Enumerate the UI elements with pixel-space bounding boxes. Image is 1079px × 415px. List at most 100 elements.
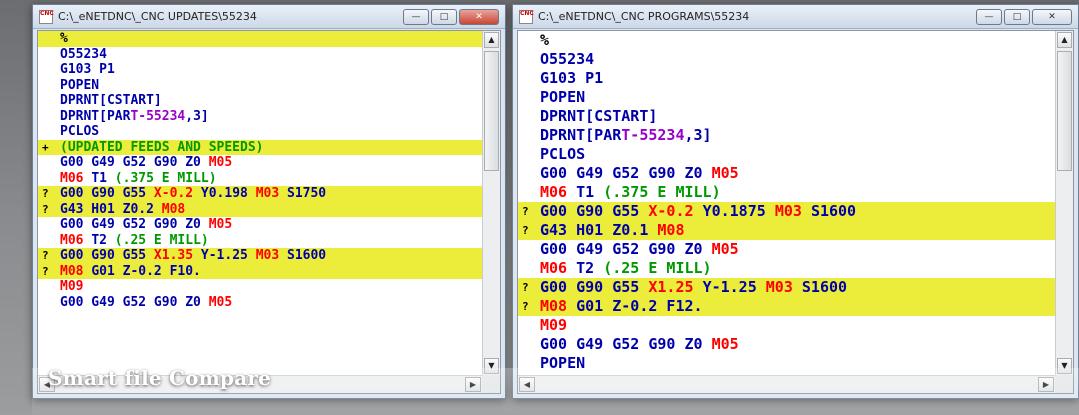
- scroll-up-icon[interactable]: ▲: [1057, 32, 1072, 48]
- code-line[interactable]: ? G00 G90 G55 X1.35 Y-1.25 M03 S1600: [38, 248, 482, 264]
- code-line[interactable]: PCLOS: [38, 124, 482, 140]
- app-icon: CNC: [39, 9, 54, 24]
- code-line[interactable]: G00 G49 G52 G90 Z0 M05: [38, 295, 482, 311]
- code-line[interactable]: DPRNT[PART-55234,3]: [518, 126, 1055, 145]
- code-token: M05: [711, 240, 739, 258]
- code-line[interactable]: G00 G49 G52 G90 Z0 M05: [518, 164, 1055, 183]
- code-line[interactable]: G00 G49 G52 G90 Z0 M05: [518, 240, 1055, 259]
- close-button[interactable]: ✕: [1032, 8, 1072, 25]
- code-token: G00 G49 G52 G90 Z0: [540, 164, 712, 182]
- code-line[interactable]: G00 G49 G52 G90 Z0 M05: [518, 335, 1055, 354]
- code-token: M05: [208, 294, 233, 310]
- code-token: (.375 E MILL): [603, 183, 721, 201]
- close-button[interactable]: ✕: [459, 8, 499, 25]
- code-token: G00 G49 G52 G90 Z0: [60, 155, 209, 170]
- right-editor-window[interactable]: CNC C:\_eNETDNC\_CNC PROGRAMS\55234 — □ …: [512, 4, 1079, 399]
- code-token: G00 G49 G52 G90 Z0: [60, 294, 209, 310]
- code-line[interactable]: M06 T1 (.375 E MILL): [38, 171, 482, 187]
- code-token: M03: [255, 248, 287, 263]
- code-line[interactable]: G103 P1: [38, 62, 482, 78]
- code-token: S1600: [801, 278, 848, 296]
- code-token: ,3]: [185, 108, 209, 124]
- code-token: S1750: [287, 186, 327, 201]
- code-token: T1: [576, 183, 604, 201]
- caption: Smart file Compare: [48, 366, 272, 390]
- code-token: M06: [60, 232, 92, 248]
- code-token: T-55234: [130, 108, 186, 124]
- title-bar[interactable]: CNC C:\_eNETDNC\_CNC PROGRAMS\55234 — □ …: [513, 5, 1078, 29]
- vertical-scrollbar[interactable]: ▲ ▼: [482, 31, 500, 375]
- diff-marker: ?: [42, 264, 49, 278]
- code-line[interactable]: M06 T2 (.25 E MILL): [38, 233, 482, 249]
- code-token: G43 H01 Z0.2: [60, 201, 162, 217]
- diff-marker: ?: [522, 281, 529, 294]
- code-line[interactable]: O55234: [518, 50, 1055, 69]
- diff-marker: ?: [42, 249, 49, 262]
- code-line[interactable]: ? G43 H01 Z0.2 M08: [38, 201, 482, 217]
- code-line[interactable]: %: [38, 31, 482, 47]
- code-line[interactable]: POPEN: [38, 78, 482, 94]
- code-line[interactable]: %: [518, 31, 1055, 50]
- scroll-up-icon[interactable]: ▲: [484, 32, 499, 48]
- code-token: M06: [540, 259, 577, 277]
- code-line[interactable]: DPRNT[CSTART]: [518, 107, 1055, 126]
- code-editor[interactable]: % O55234 G103 P1 POPEN DPRNT[CSTART] DPRNT[PA…: [518, 31, 1055, 375]
- code-token: DPRNT[PAR: [540, 126, 622, 144]
- code-token: M06: [60, 170, 92, 186]
- code-token: X1.25: [648, 278, 703, 296]
- code-line[interactable]: POPEN: [518, 88, 1055, 107]
- scroll-thumb[interactable]: [1057, 51, 1072, 171]
- code-line[interactable]: ? G00 G90 G55 X-0.2 Y0.1875 M03 S1600: [518, 202, 1055, 221]
- code-line[interactable]: G00 G49 G52 G90 Z0 M05: [38, 217, 482, 233]
- code-token: G103 P1: [60, 62, 115, 77]
- code-token: G00 G49 G52 G90 Z0: [540, 335, 712, 353]
- code-line[interactable]: ? G00 G90 G55 X1.25 Y-1.25 M03 S1600: [518, 278, 1055, 297]
- code-line[interactable]: G00 G49 G52 G90 Z0 M05: [38, 155, 482, 171]
- code-line[interactable]: DPRNT[PART-55234,3]: [38, 109, 482, 125]
- code-token: S1600: [810, 202, 857, 220]
- code-line[interactable]: M09: [38, 279, 482, 295]
- code-line[interactable]: ? M08 G01 Z-0.2 F12.: [518, 297, 1055, 316]
- code-line[interactable]: M06 T2 (.25 E MILL): [518, 259, 1055, 278]
- code-line[interactable]: PCLOS: [518, 145, 1055, 164]
- window-title: C:\_eNETDNC\_CNC UPDATES\55234: [58, 10, 257, 23]
- code-token: %: [60, 31, 68, 46]
- diff-marker: ?: [42, 187, 49, 200]
- code-line[interactable]: ? G00 G90 G55 X-0.2 Y0.198 M03 S1750: [38, 186, 482, 202]
- code-line[interactable]: ? M08 G01 Z-0.2 F10.: [38, 263, 482, 279]
- code-token: G00 G49 G52 G90 Z0: [60, 217, 209, 232]
- code-token: T2: [576, 259, 604, 277]
- code-line[interactable]: G103 P1: [518, 69, 1055, 88]
- code-token: Y0.1875: [702, 202, 775, 220]
- title-bar[interactable]: CNC C:\_eNETDNC\_CNC UPDATES\55234 — □ ✕: [33, 5, 505, 29]
- code-token: M05: [208, 217, 233, 232]
- code-line[interactable]: DPRNT[CSTART]: [38, 93, 482, 109]
- code-token: M05: [208, 155, 233, 170]
- code-line[interactable]: M06 T1 (.375 E MILL): [518, 183, 1055, 202]
- code-line[interactable]: O55234: [38, 47, 482, 63]
- code-token: DPRNT[PAR: [60, 108, 131, 124]
- code-token: O55234: [540, 50, 595, 68]
- code-token: M09: [540, 316, 568, 334]
- left-editor-window[interactable]: CNC C:\_eNETDNC\_CNC UPDATES\55234 — □ ✕…: [32, 4, 506, 399]
- diff-marker: ?: [522, 300, 529, 313]
- code-token: M06: [540, 183, 577, 201]
- code-token: X1.35: [153, 248, 201, 263]
- maximize-button[interactable]: □: [431, 8, 457, 25]
- code-token: POPEN: [60, 77, 100, 93]
- code-token: (.375 E MILL): [114, 170, 217, 186]
- code-token: X-0.2: [648, 202, 703, 220]
- code-line[interactable]: M09: [518, 316, 1055, 335]
- code-line[interactable]: ? G43 H01 Z0.1 M08: [518, 221, 1055, 240]
- maximize-button[interactable]: □: [1004, 8, 1030, 25]
- code-token: G01 Z-0.2 F10.: [91, 263, 201, 279]
- minimize-button[interactable]: —: [976, 8, 1002, 25]
- vertical-scrollbar[interactable]: ▲ ▼: [1055, 31, 1073, 375]
- code-editor[interactable]: % O55234 G103 P1 POPEN DPRNT[CSTART] DPRNT[PA…: [38, 31, 482, 375]
- scroll-thumb[interactable]: [484, 51, 499, 171]
- minimize-button[interactable]: —: [403, 8, 429, 25]
- code-token: G00 G49 G52 G90 Z0: [540, 240, 712, 258]
- code-line[interactable]: + (UPDATED FEEDS AND SPEEDS): [38, 139, 482, 155]
- editor-client: % O55234 G103 P1 POPEN DPRNT[CSTART] DPRNT[PA…: [517, 30, 1074, 394]
- code-token: M08: [60, 263, 92, 279]
